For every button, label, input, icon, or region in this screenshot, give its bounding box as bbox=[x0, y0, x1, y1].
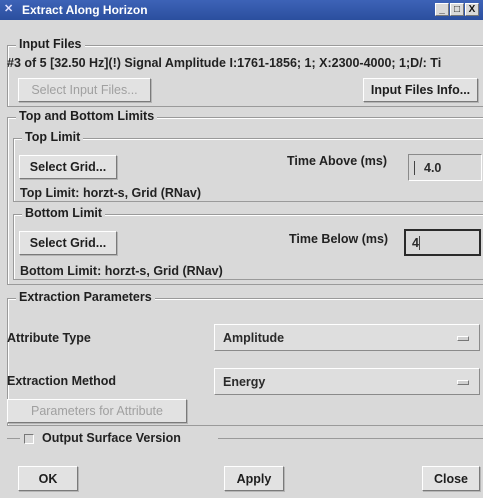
time-above-value: 4.0 bbox=[424, 160, 442, 175]
extraction-parameters-title: Extraction Parameters bbox=[16, 290, 155, 304]
bottom-limit-text: Bottom Limit: horzt-s, Grid (RNav) bbox=[20, 264, 223, 278]
input-files-info-text: #3 of 5 [32.50 Hz](!) Signal Amplitude I… bbox=[7, 56, 442, 70]
apply-button[interactable]: Apply bbox=[224, 466, 284, 491]
text-cursor-icon bbox=[414, 161, 415, 175]
app-icon: ✕ bbox=[4, 3, 14, 15]
title-bar[interactable]: ✕ Extract Along Horizon _ □ X bbox=[0, 0, 483, 20]
top-bottom-limits-title: Top and Bottom Limits bbox=[16, 109, 158, 123]
extraction-method-label: Extraction Method bbox=[7, 374, 117, 388]
output-surface-checkbox[interactable] bbox=[24, 434, 34, 444]
extraction-method-select[interactable]: Energy bbox=[214, 368, 480, 395]
close-window-icon[interactable]: X bbox=[465, 3, 479, 16]
attribute-type-select[interactable]: Amplitude bbox=[214, 324, 480, 351]
attribute-type-value: Amplitude bbox=[223, 330, 285, 345]
time-below-input[interactable]: 4 bbox=[404, 229, 481, 256]
time-above-input[interactable]: 4.0 bbox=[408, 154, 482, 181]
extraction-method-value: Energy bbox=[223, 374, 266, 389]
select-top-grid-button[interactable]: Select Grid... bbox=[19, 155, 117, 179]
close-button[interactable]: Close bbox=[422, 466, 480, 491]
dropdown-arrow-icon bbox=[457, 380, 469, 385]
attribute-type-label: Attribute Type bbox=[7, 331, 91, 345]
select-input-files-button[interactable]: Select Input Files... bbox=[18, 78, 151, 102]
bottom-limit-title: Bottom Limit bbox=[22, 206, 106, 220]
parameters-for-attribute-button[interactable]: Parameters for Attribute bbox=[7, 399, 187, 423]
window-title: Extract Along Horizon bbox=[22, 3, 148, 17]
top-limit-title: Top Limit bbox=[22, 130, 84, 144]
time-below-value: 4 bbox=[412, 235, 419, 250]
input-files-info-button[interactable]: Input Files Info... bbox=[363, 78, 478, 102]
ok-button[interactable]: OK bbox=[18, 466, 78, 491]
select-bottom-grid-button[interactable]: Select Grid... bbox=[19, 231, 117, 255]
time-above-label: Time Above (ms) bbox=[287, 154, 388, 168]
output-surface-toggle[interactable]: Output Surface Version bbox=[20, 430, 218, 446]
input-files-title: Input Files bbox=[16, 37, 85, 51]
time-below-label: Time Below (ms) bbox=[289, 232, 389, 246]
top-limit-text: Top Limit: horzt-s, Grid (RNav) bbox=[20, 186, 202, 200]
extract-along-horizon-window: ✕ Extract Along Horizon _ □ X Input File… bbox=[0, 0, 483, 498]
window-controls: _ □ X bbox=[435, 3, 479, 16]
text-cursor-icon bbox=[419, 236, 420, 250]
maximize-icon[interactable]: □ bbox=[450, 3, 464, 16]
dropdown-arrow-icon bbox=[457, 336, 469, 341]
minimize-icon[interactable]: _ bbox=[435, 3, 449, 16]
output-surface-label: Output Surface Version bbox=[42, 431, 181, 445]
